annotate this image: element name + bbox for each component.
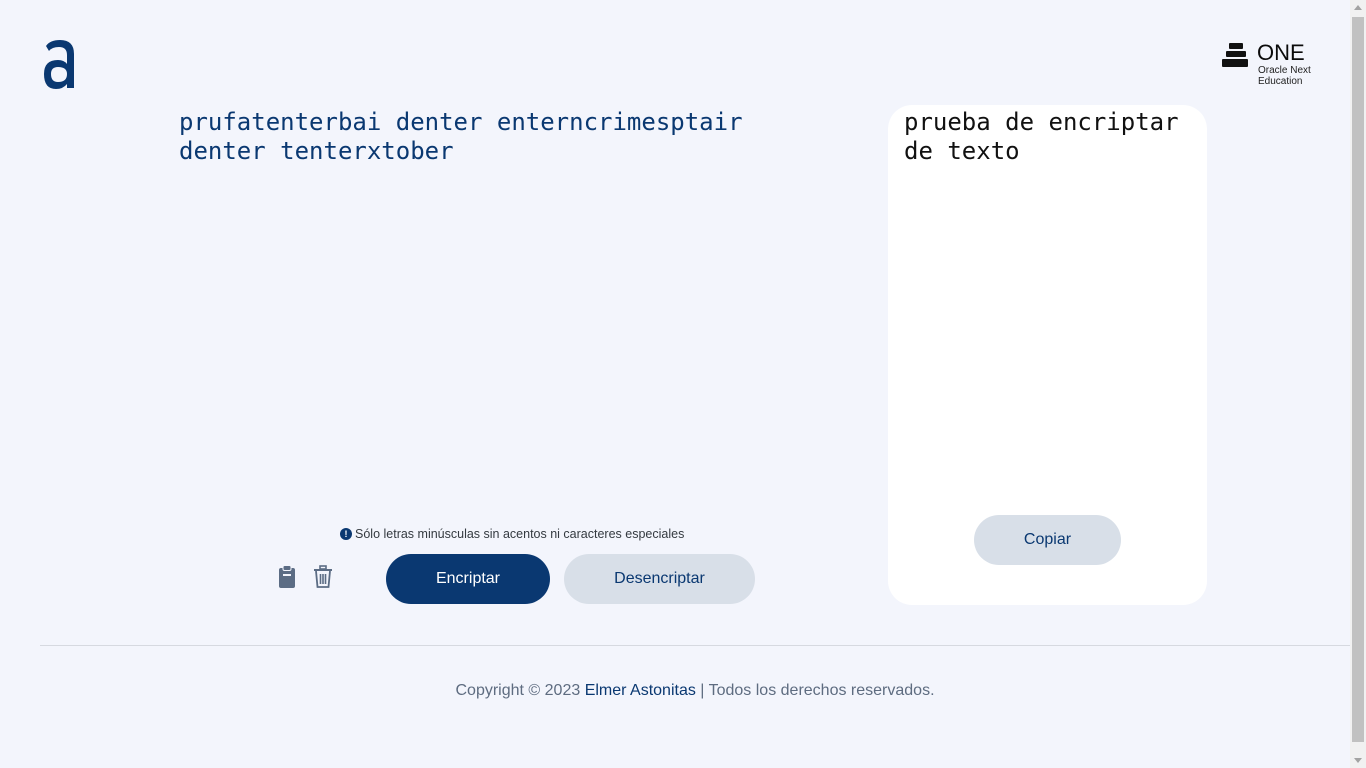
- one-stack-icon: [1222, 43, 1248, 67]
- output-panel: prueba de encriptar de texto Copiar: [888, 105, 1207, 605]
- scroll-up-arrow-icon[interactable]: [1354, 5, 1362, 10]
- decrypt-button[interactable]: Desencriptar: [564, 554, 755, 604]
- footer-rights: Todos los derechos reservados.: [708, 682, 935, 699]
- alura-logo-icon[interactable]: [42, 38, 78, 90]
- scrollbar-thumb[interactable]: [1352, 17, 1364, 742]
- scroll-down-arrow-icon[interactable]: [1354, 758, 1362, 763]
- footer-divider: [40, 645, 1350, 646]
- copy-button[interactable]: Copiar: [974, 515, 1121, 565]
- footer-author-link[interactable]: Elmer Astonitas: [585, 682, 696, 699]
- encrypt-button[interactable]: Encriptar: [386, 554, 550, 604]
- message-input[interactable]: [179, 108, 839, 488]
- footer-separator: |: [695, 682, 709, 699]
- page-scrollbar[interactable]: [1350, 0, 1366, 768]
- trash-icon[interactable]: [313, 565, 333, 589]
- footer-copyright: Copyright © 2023: [455, 682, 585, 699]
- output-text: prueba de encriptar de texto: [904, 108, 1193, 165]
- clipboard-icon[interactable]: [277, 565, 297, 589]
- footer: Copyright © 2023 Elmer Astonitas | Todos…: [0, 682, 1366, 700]
- hint-text: Sólo letras minúsculas sin acentos ni ca…: [355, 527, 685, 541]
- exclamation-circle-icon: !: [340, 528, 352, 540]
- one-title: ONE: [1257, 40, 1305, 65]
- input-hint: ! Sólo letras minúsculas sin acentos ni …: [340, 527, 684, 541]
- page: ONE Oracle Next Education ! Sólo letras …: [0, 0, 1366, 768]
- one-subtitle: Oracle Next Education: [1258, 65, 1328, 87]
- oracle-next-education-logo: ONE Oracle Next Education: [1220, 40, 1320, 88]
- one-subtitle-line2: Education: [1258, 76, 1303, 87]
- one-subtitle-line1: Oracle Next: [1258, 65, 1311, 76]
